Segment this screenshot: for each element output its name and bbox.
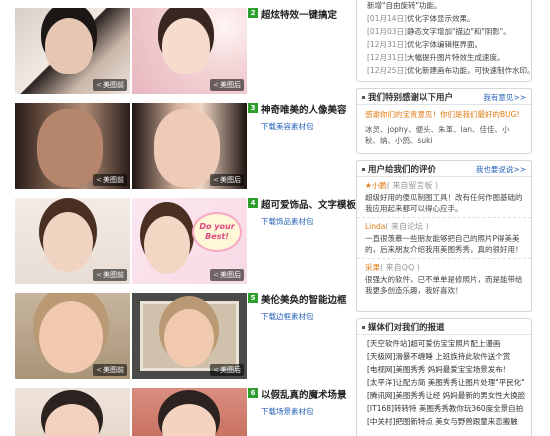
after-label: <美图后 bbox=[210, 364, 244, 376]
feature-title: 美伦美奂的智能边框 bbox=[261, 295, 347, 306]
box-header: 我们特别感谢以下用户 我有意见>> bbox=[357, 89, 531, 105]
media-report-link[interactable]: [IT168]转转特 美图秀秀教你玩360度全景自拍 bbox=[357, 402, 531, 415]
media-report-link[interactable]: [天极网]滑暴不缠睡 上班族持此软件送个赏 bbox=[357, 350, 531, 363]
face bbox=[162, 18, 210, 74]
after-label: <美图后 bbox=[210, 174, 244, 186]
media-report-link[interactable]: [太平洋]让配方简 美图秀秀让图片处理"平民化" bbox=[357, 376, 531, 389]
before-label: <美图前 bbox=[93, 269, 127, 281]
media-report-link[interactable]: [天空软件站]超可爱仿宝宝照片配上漫画 bbox=[357, 337, 531, 350]
thanks-note: 感谢你们的宝贵意见！你们是我们最好的BUG! bbox=[365, 110, 520, 119]
review-item: Linda( 来自论坛 ) 一直很羡慕一些朋友能够把自己的照片P得美美的，后来朋… bbox=[357, 218, 531, 259]
review-source: ( 来自留言板 ) bbox=[386, 181, 439, 190]
review-text: 很强大的软件，已不单单是修照片，而是能带给我更多创造乐趣，我好喜欢！ bbox=[365, 275, 523, 295]
media-report-link[interactable]: [电视网]美图秀秀 妈妈最爱宝宝场景发布! bbox=[357, 363, 531, 376]
feature-number: 4 bbox=[248, 198, 258, 208]
before-label: <美图前 bbox=[93, 364, 127, 376]
box-header: 用户给我们的评价 我也要说说>> bbox=[357, 161, 531, 177]
update-item: [12月31日]大幅提升图片特效生成速度。 bbox=[367, 53, 505, 62]
bullet-square-icon bbox=[362, 96, 365, 99]
review-item: 采果( 来自QQ ) 很强大的软件，已不单单是修照片，而是能带给我更多创造乐趣，… bbox=[357, 259, 531, 299]
review-text: 超级好用的傻瓜制图工具！改有任何作图基础的我应用起来都可以得心应手。 bbox=[365, 193, 523, 213]
feature-row-2: <美图前 <美图后 3 神奇唯美的人像美容 下载美容素材包 bbox=[15, 95, 355, 190]
feature-number: 2 bbox=[248, 8, 258, 18]
reviewer-name: Linda bbox=[365, 222, 386, 231]
face bbox=[164, 309, 214, 367]
feature-row-4: <美图前 <美图后 5 美伦美奂的智能边框 下载边框素材包 bbox=[15, 285, 355, 380]
update-item: 新增"自由旋转"功能。 bbox=[367, 1, 442, 10]
feature-number: 3 bbox=[248, 103, 258, 113]
before-label: <美图前 bbox=[93, 79, 127, 91]
feature-number: 5 bbox=[248, 293, 258, 303]
before-photo[interactable] bbox=[15, 388, 130, 436]
download-scene-pack-link[interactable]: 下载场景素材包 bbox=[261, 406, 314, 417]
sticker-speech-bubble: Do your Best! bbox=[192, 212, 242, 252]
before-photo[interactable]: <美图前 bbox=[15, 293, 130, 379]
download-accessory-pack-link[interactable]: 下载饰品素材包 bbox=[261, 216, 314, 227]
after-photo[interactable]: <美图后 bbox=[132, 8, 247, 94]
media-report-link[interactable]: [腾讯网]美图秀秀让经 妈妈最新的男女性大换脸 bbox=[357, 389, 531, 402]
download-frame-pack-link[interactable]: 下载边框素材包 bbox=[261, 311, 314, 322]
after-photo[interactable]: <美图后 bbox=[132, 103, 247, 189]
media-reports-box: 媒体们对我们的报道 [天空软件站]超可爱仿宝宝照片配上漫画 [天极网]滑暴不缠睡… bbox=[356, 318, 532, 436]
after-label: <美图后 bbox=[210, 79, 244, 91]
box-title: 媒体们对我们的报道 bbox=[362, 323, 445, 333]
feature-row-5: 6 以假乱真的魔术场景 下载场景素材包 bbox=[15, 380, 355, 436]
update-log-box: 新增"自由旋转"功能。 [01月14日]优化字体显示效果。 [01月03日]静态… bbox=[356, 0, 535, 82]
feature-title: 以假乱真的魔术场景 bbox=[261, 390, 347, 401]
feature-title: 超炫特效一键搞定 bbox=[261, 10, 338, 21]
bullet-square-icon bbox=[362, 168, 365, 171]
write-review-link[interactable]: 我也要说说>> bbox=[476, 164, 526, 175]
review-item: ★小鹏( 来自留言板 ) 超级好用的傻瓜制图工具！改有任何作图基础的我应用起来都… bbox=[357, 177, 531, 218]
box-title: 用户给我们的评价 bbox=[362, 165, 436, 175]
before-photo[interactable]: <美图前 bbox=[15, 8, 130, 94]
media-report-link[interactable]: [中关村]把图新特点 美女与野兽跟童来恋搬触 bbox=[357, 415, 531, 428]
face bbox=[39, 301, 103, 373]
bullet-square-icon bbox=[362, 326, 365, 329]
box-header: 媒体们对我们的报道 bbox=[357, 319, 531, 335]
update-item: [12月31日]优化字体编辑框界面。 bbox=[367, 40, 482, 49]
update-item: [12月25日]优化新建画布功能，可快速制作水印。 bbox=[367, 66, 535, 75]
before-photo[interactable]: <美图前 bbox=[15, 198, 130, 284]
reviewer-name: 采果 bbox=[365, 263, 380, 272]
user-reviews-box: 用户给我们的评价 我也要说说>> ★小鹏( 来自留言板 ) 超级好用的傻瓜制图工… bbox=[356, 160, 532, 312]
thanks-users-box: 我们特别感谢以下用户 我有意见>> 感谢你们的宝贵意见！你们是我们最好的BUG!… bbox=[356, 88, 532, 154]
thanked-users-list: 冰灵、jophy、便头、朱革、lan、佳佳、小秋、纳、小鸽、suki bbox=[365, 125, 510, 145]
review-text: 一直很羡慕一些朋友能够把自己的照片P得美美的，后来朋友介绍我用美图秀秀，真的很好… bbox=[365, 234, 523, 254]
update-item: [01月14日]优化字体显示效果。 bbox=[367, 14, 475, 23]
feedback-link[interactable]: 我有意见>> bbox=[483, 92, 526, 103]
feature-title: 神奇唯美的人像美容 bbox=[261, 105, 347, 116]
box-title: 我们特别感谢以下用户 bbox=[362, 93, 453, 103]
feature-row-1: <美图前 <美图后 2 超炫特效一键搞定 bbox=[15, 0, 355, 95]
update-item: [01月03日]静态文字增加"描边"和"阴影"。 bbox=[367, 27, 511, 36]
reviewer-name: ★小鹏 bbox=[365, 181, 387, 190]
after-label: <美图后 bbox=[210, 269, 244, 281]
face bbox=[144, 216, 190, 274]
download-beauty-pack-link[interactable]: 下载美容素材包 bbox=[261, 121, 314, 132]
feature-number: 6 bbox=[248, 388, 258, 398]
after-photo[interactable] bbox=[132, 388, 247, 436]
before-label: <美图前 bbox=[93, 174, 127, 186]
face bbox=[43, 212, 93, 272]
feature-title: 超可爱饰品、文字模板 bbox=[261, 200, 357, 211]
review-source: ( 来自论坛 ) bbox=[385, 222, 429, 231]
face bbox=[45, 18, 93, 74]
review-source: ( 来自QQ ) bbox=[380, 263, 420, 272]
after-photo[interactable]: <美图后 bbox=[132, 293, 247, 379]
feature-row-3: <美图前 Do your Best! <美图后 4 超可爱饰品、文字模板 下载饰… bbox=[15, 190, 357, 285]
after-photo[interactable]: Do your Best! <美图后 bbox=[132, 198, 247, 284]
before-photo[interactable]: <美图前 bbox=[15, 103, 130, 189]
